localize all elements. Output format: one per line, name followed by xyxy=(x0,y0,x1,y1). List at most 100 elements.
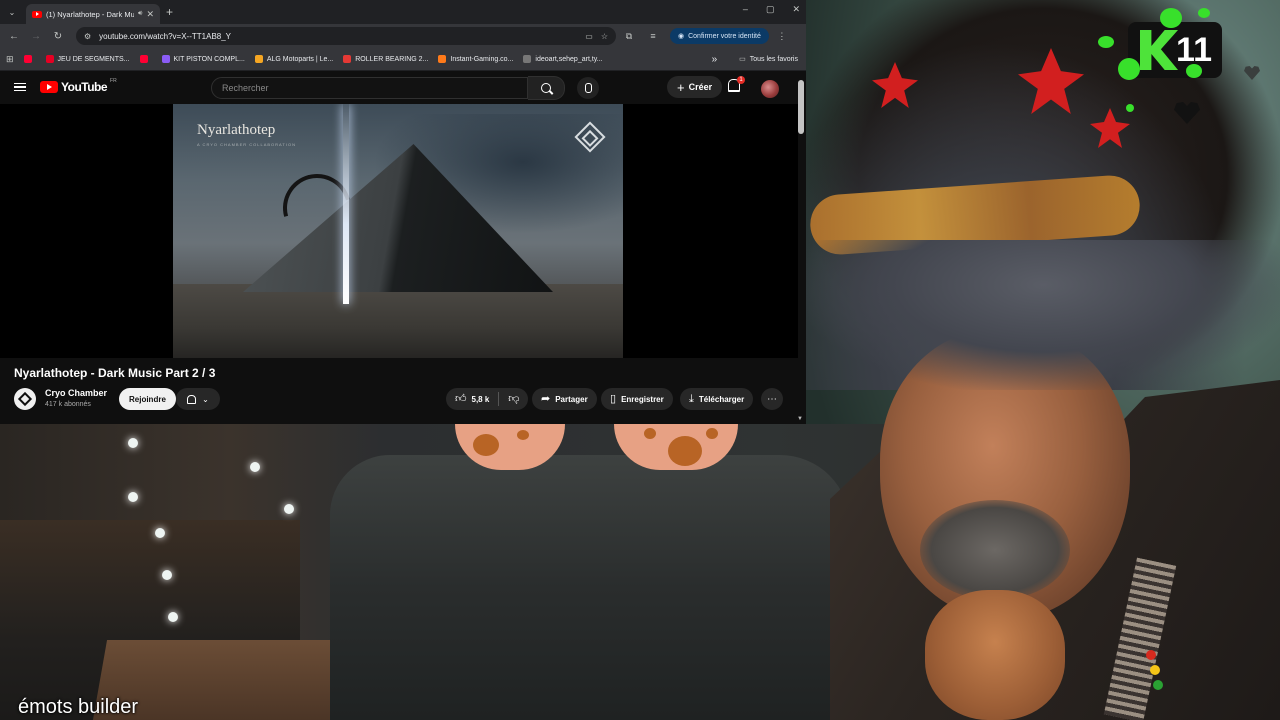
youtube-logo[interactable]: YouTube FR xyxy=(40,78,117,94)
notification-count-badge: 1 xyxy=(737,76,745,84)
scroll-down-arrow-icon[interactable]: ▼ xyxy=(797,416,803,422)
subscription-bell-button[interactable]: ⌄ xyxy=(176,388,220,410)
search-input[interactable] xyxy=(211,77,528,99)
extensions-icon[interactable]: ⧉ xyxy=(618,31,640,42)
new-tab-button[interactable]: + xyxy=(166,5,173,19)
thumbs-down-icon[interactable]: 👎︎ xyxy=(508,393,519,405)
bookmark-favicon-icon xyxy=(161,55,170,63)
badge-number: 11 xyxy=(1176,30,1212,69)
youtube-logo-icon xyxy=(40,81,58,93)
back-arrow-icon[interactable]: ← xyxy=(4,31,24,42)
bookmark-item[interactable]: Instant-Gaming.co... xyxy=(438,55,513,63)
thumbnail-desert xyxy=(173,284,623,358)
bookmark-item[interactable] xyxy=(139,55,152,63)
bead xyxy=(1146,650,1156,660)
subscriber-count: 417 k abonnés xyxy=(45,401,91,408)
maximize-button[interactable]: ▢ xyxy=(766,4,775,15)
address-bar[interactable]: ⚙ youtube.com/watch?v=X--TT1AB8_Y ▭ ☆ xyxy=(76,27,616,45)
hand xyxy=(925,590,1065,720)
site-info-icon[interactable]: ⚙ xyxy=(84,32,91,41)
search-button[interactable] xyxy=(528,76,565,100)
all-bookmarks-label: Tous les favoris xyxy=(749,55,798,63)
cast-icon[interactable]: ▭ xyxy=(585,32,593,41)
speaker-icon[interactable]: 🔊︎ xyxy=(138,10,142,18)
menu-hamburger-icon[interactable] xyxy=(14,82,26,92)
green-heart-icon xyxy=(1126,104,1134,112)
minimize-button[interactable]: – xyxy=(743,4,748,15)
bookmark-favicon-icon xyxy=(343,55,352,63)
join-button[interactable]: Rejoindre xyxy=(119,388,176,410)
green-heart-icon xyxy=(1186,64,1202,78)
profile-icon: ◉ xyxy=(678,33,685,40)
bell-icon xyxy=(187,394,197,404)
chevron-down-icon: ⌄ xyxy=(202,394,209,404)
share-arrow-icon: ➦ xyxy=(541,392,551,405)
like-count[interactable]: 5,8 k xyxy=(472,395,490,404)
stream-badge: 11 xyxy=(1128,22,1222,78)
bookmark-item[interactable] xyxy=(23,55,36,63)
more-actions-button[interactable]: ⋯ xyxy=(761,388,783,410)
search-icon xyxy=(541,83,551,93)
bookmark-item[interactable]: KIT PISTON COMPL... xyxy=(161,55,245,63)
tab-search-button[interactable]: ⌄ xyxy=(2,2,22,22)
apps-grid-icon[interactable]: ⊞ xyxy=(6,54,14,65)
hat-brim xyxy=(806,240,1280,390)
share-button[interactable]: ➦ Partager xyxy=(532,388,597,410)
bookmark-label: ideoart,sehep_art,ty... xyxy=(535,55,603,63)
like-divider xyxy=(498,392,500,406)
channel-avatar[interactable] xyxy=(14,388,36,410)
create-button[interactable]: + Créer xyxy=(667,76,723,98)
channel-name[interactable]: Cryo Chamber xyxy=(45,388,107,398)
browser-menu-icon[interactable]: ⋮ xyxy=(771,31,793,42)
bookmark-star-icon[interactable]: ☆ xyxy=(601,32,608,41)
beard xyxy=(920,500,1070,600)
string-light xyxy=(162,570,172,580)
bookmark-item[interactable]: ideoart,sehep_art,ty... xyxy=(523,55,603,63)
bookmark-favicon-icon xyxy=(254,55,263,63)
bookmarks-right: » ▭ Tous les favoris xyxy=(712,54,798,65)
bookmark-item[interactable]: ROLLER BEARING 2... xyxy=(343,55,428,63)
bookmarks-bar: ⊞ JEU DE SEGMENTS... KIT PISTON COMPL...… xyxy=(0,48,806,71)
account-avatar[interactable] xyxy=(761,80,779,98)
forward-arrow-icon[interactable]: → xyxy=(26,31,46,42)
notifications-button[interactable]: 1 xyxy=(728,76,745,93)
bookmarks-overflow-button[interactable]: » xyxy=(712,54,718,65)
close-window-button[interactable]: ✕ xyxy=(792,4,800,15)
video-title: Nyarlathotep - Dark Music Part 2 / 3 xyxy=(14,366,216,380)
green-heart-icon xyxy=(1098,36,1114,48)
string-light xyxy=(128,492,138,502)
thumbs-up-icon[interactable]: 👍︎ xyxy=(455,393,467,405)
bookmark-item[interactable]: JEU DE SEGMENTS... xyxy=(45,55,130,63)
identity-chip[interactable]: ◉ Confirmer votre identité xyxy=(670,28,769,44)
video-player[interactable]: Nyarlathotep A CRYO CHAMBER COLLABORATIO… xyxy=(0,104,798,358)
share-label: Partager xyxy=(555,394,588,404)
cryo-chamber-logo-icon xyxy=(17,391,33,407)
search-bar xyxy=(211,76,599,100)
all-bookmarks-button[interactable]: ▭ Tous les favoris xyxy=(739,55,798,64)
tab-close-icon[interactable]: ✕ xyxy=(146,9,154,20)
window-controls: – ▢ ✕ xyxy=(743,4,800,15)
green-heart-icon xyxy=(1118,58,1140,80)
identity-chip-label: Confirmer votre identité xyxy=(688,32,761,40)
bookmark-item[interactable]: ALG Motoparts | Le... xyxy=(254,55,333,63)
string-light xyxy=(250,462,260,472)
bookmark-label: JEU DE SEGMENTS... xyxy=(57,55,130,63)
tab-title: (1) Nyarlathotep - Dark Music xyxy=(46,9,135,19)
address-url[interactable]: youtube.com/watch?v=X--TT1AB8_Y xyxy=(99,32,577,41)
page-scrollbar-thumb[interactable] xyxy=(798,80,804,134)
bookmark-icon: ▯ xyxy=(610,392,617,405)
bookmark-label: ROLLER BEARING 2... xyxy=(355,55,429,63)
green-heart-icon xyxy=(1160,8,1182,28)
create-label: Créer xyxy=(688,82,713,92)
save-button[interactable]: ▯ Enregistrer xyxy=(601,388,673,410)
media-controls-icon[interactable]: ≡ xyxy=(642,31,664,41)
reload-icon[interactable]: ↻ xyxy=(48,31,68,42)
tab-youtube[interactable]: (1) Nyarlathotep - Dark Music 🔊︎ ✕ xyxy=(26,4,160,24)
thumbnail-light-beam xyxy=(343,104,349,304)
video-frame: Nyarlathotep A CRYO CHAMBER COLLABORATIO… xyxy=(173,104,623,358)
browser-toolbar: ← → ↻ ⚙ youtube.com/watch?v=X--TT1AB8_Y … xyxy=(0,24,806,48)
download-button[interactable]: ⤓ Télécharger xyxy=(680,388,754,410)
folder-icon: ▭ xyxy=(739,56,746,63)
voice-search-button[interactable] xyxy=(577,77,599,99)
paw-pad xyxy=(644,428,656,439)
